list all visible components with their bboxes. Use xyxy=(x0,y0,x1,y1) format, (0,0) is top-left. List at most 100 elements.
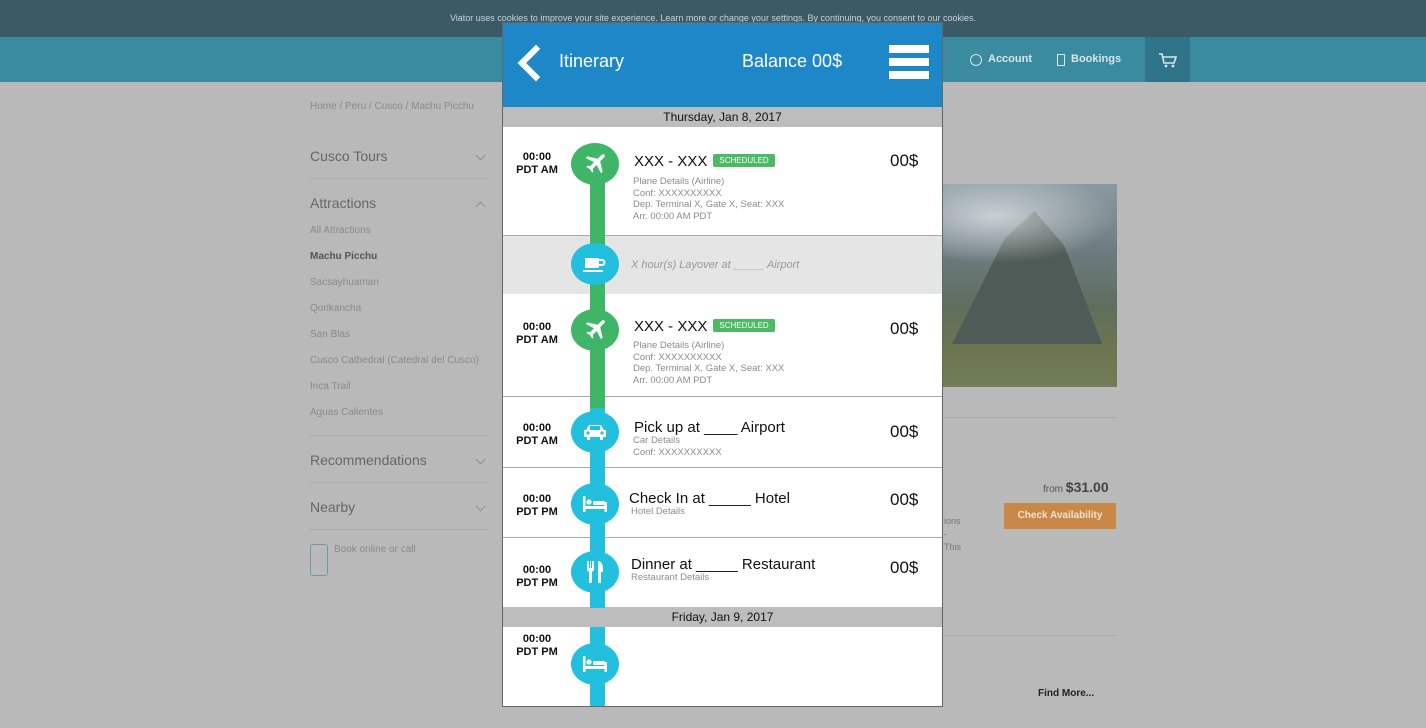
day-header: Thursday, Jan 8, 2017 xyxy=(503,107,942,127)
cart-icon xyxy=(1158,52,1177,67)
event-detail: Hotel Details xyxy=(631,506,685,517)
bed-icon xyxy=(571,643,619,685)
section-title: Cusco Tours xyxy=(310,148,388,164)
sidebar: Cusco Tours Attractions All Attractions … xyxy=(310,140,488,576)
event-title: XXX - XXX xyxy=(634,318,708,335)
status-badge: SCHEDULED xyxy=(713,318,775,332)
back-button[interactable] xyxy=(515,45,545,81)
event-detail: Conf: XXXXXXXXXX xyxy=(633,187,722,199)
bed-icon xyxy=(571,483,619,525)
event-time: 00:00 xyxy=(522,321,552,333)
itinerary-header: Itinerary Balance 00$ xyxy=(503,23,942,107)
section-title: Nearby xyxy=(310,499,356,515)
event-period: PDT PM xyxy=(516,506,558,518)
account-label: Account xyxy=(988,53,1032,65)
balance-display: Balance 00$ xyxy=(742,51,843,71)
phone-icon xyxy=(310,544,328,576)
itinerary-event-car[interactable]: 00:00 PDT AM Pick up at ____ Airport Car … xyxy=(503,397,942,468)
hamburger-bar xyxy=(889,58,929,66)
bookings-label: Bookings xyxy=(1071,53,1122,65)
sidebar-item[interactable]: All Attractions xyxy=(310,225,488,251)
car-icon xyxy=(571,411,619,453)
event-detail: Conf: XXXXXXXXXX xyxy=(633,446,722,458)
event-detail: Conf: XXXXXXXXXX xyxy=(633,351,722,363)
day-header: Friday, Jan 9, 2017 xyxy=(503,607,942,627)
cart-button[interactable] xyxy=(1145,37,1190,82)
book-call: Book online or call xyxy=(310,544,488,576)
event-time: 00:00 xyxy=(522,564,552,576)
sidebar-item[interactable]: San Blas xyxy=(310,329,488,355)
sidebar-item[interactable]: Inca Trail xyxy=(310,381,488,407)
text-fragment: ions xyxy=(944,516,961,526)
price-from: from $31.00 xyxy=(1043,479,1109,495)
sidebar-section-attractions[interactable]: Attractions All Attractions Machu Picchu… xyxy=(310,179,488,436)
event-time: 00:00 xyxy=(522,151,552,163)
bookings-icon xyxy=(1057,53,1065,66)
coffee-cup-icon xyxy=(571,243,619,285)
event-title: Pick up at ____ Airport xyxy=(634,419,785,436)
breadcrumb: Home / Peru / Cusco / Machu Picchu xyxy=(310,101,474,112)
event-detail: Arr. 00:00 AM PDT xyxy=(633,374,713,386)
itinerary-event-flight[interactable]: 00:00 PDT AM XXX - XXX SCHEDULED Plane Det… xyxy=(503,127,942,236)
event-detail: Arr. 00:00 AM PDT xyxy=(633,210,713,222)
event-price: 00$ xyxy=(890,151,919,170)
bookings-link[interactable]: Bookings xyxy=(1057,37,1121,82)
hamburger-bar xyxy=(889,45,929,53)
event-price: 00$ xyxy=(890,422,919,441)
event-detail: Dep. Terminal X, Gate X, Seat: XXX xyxy=(633,363,785,374)
event-time: 00:00 xyxy=(522,493,552,505)
airplane-icon xyxy=(571,143,619,185)
sidebar-section-recommendations[interactable]: Recommendations xyxy=(310,436,488,483)
attractions-list: All Attractions Machu Picchu Sacsayhuama… xyxy=(310,225,488,421)
event-time: 00:00 xyxy=(522,422,552,434)
status-badge: SCHEDULED xyxy=(713,153,775,167)
sidebar-item[interactable]: Cusco Cathedral (Catedral del Cusco) xyxy=(310,355,488,381)
event-detail: Car Details xyxy=(633,435,680,446)
itinerary-event-hotel[interactable]: 00:00 PDT PM Check In at _____ Hotel Hote… xyxy=(503,468,942,538)
sidebar-item[interactable]: Machu Picchu xyxy=(310,251,488,277)
menu-button[interactable] xyxy=(889,45,929,79)
itinerary-event-layover: X hour(s) Layover at _____ Airport xyxy=(503,236,942,294)
book-call-text: Book online or call xyxy=(334,544,416,555)
event-price: 00$ xyxy=(890,558,919,577)
event-period: PDT AM xyxy=(516,164,558,176)
divider xyxy=(942,417,1117,418)
sidebar-section-cusco-tours[interactable]: Cusco Tours xyxy=(310,140,488,179)
event-title: Dinner at _____ Restaurant xyxy=(631,556,816,573)
layover-text: X hour(s) Layover at _____ Airport xyxy=(631,259,800,271)
fork-knife-icon xyxy=(571,551,619,593)
itinerary-title: Itinerary xyxy=(559,51,625,71)
sidebar-item[interactable]: Aguas Calientes xyxy=(310,407,488,421)
check-availability-button[interactable]: Check Availability xyxy=(1004,503,1116,529)
event-period: PDT PM xyxy=(516,577,558,589)
event-price: 00$ xyxy=(890,319,919,338)
event-period: PDT AM xyxy=(516,334,558,346)
itinerary-event-dinner[interactable]: 00:00 PDT PM Dinner at _____ Restaurant R… xyxy=(503,538,942,607)
event-title: Check In at _____ Hotel xyxy=(629,490,790,507)
account-link[interactable]: Account xyxy=(970,37,1032,82)
event-title: XXX - XXX xyxy=(634,153,708,170)
event-detail: Plane Details (Airline) xyxy=(633,340,725,351)
from-label: from xyxy=(1043,484,1063,495)
hamburger-bar xyxy=(889,71,929,79)
itinerary-event-flight[interactable]: 00:00 PDT AM XXX - XXX SCHEDULED Plane Det… xyxy=(503,294,942,397)
event-detail: Restaurant Details xyxy=(631,572,710,583)
price-value: $31.00 xyxy=(1065,479,1109,495)
sidebar-item[interactable]: Qorikancha xyxy=(310,303,488,329)
event-detail: Dep. Terminal X, Gate X, Seat: XXX xyxy=(633,199,785,210)
sidebar-section-nearby[interactable]: Nearby xyxy=(310,483,488,530)
itinerary-event-hotel[interactable]: 00:00 PDT PM xyxy=(503,627,942,706)
event-price: 00$ xyxy=(890,490,919,509)
divider xyxy=(942,635,1117,636)
event-period: PDT PM xyxy=(516,646,558,658)
find-more-link[interactable]: Find More... xyxy=(1038,688,1094,699)
text-fragment: - xyxy=(944,529,947,539)
text-fragment: This xyxy=(944,542,962,552)
itinerary-panel: Itinerary Balance 00$ Thursday, Jan 8, 2… xyxy=(502,22,943,707)
event-period: PDT AM xyxy=(516,435,558,447)
sidebar-item[interactable]: Sacsayhuaman xyxy=(310,277,488,303)
event-time: 00:00 xyxy=(522,633,552,645)
account-icon xyxy=(970,53,982,66)
hero-image-machu-picchu xyxy=(942,184,1117,387)
section-title: Recommendations xyxy=(310,452,427,468)
